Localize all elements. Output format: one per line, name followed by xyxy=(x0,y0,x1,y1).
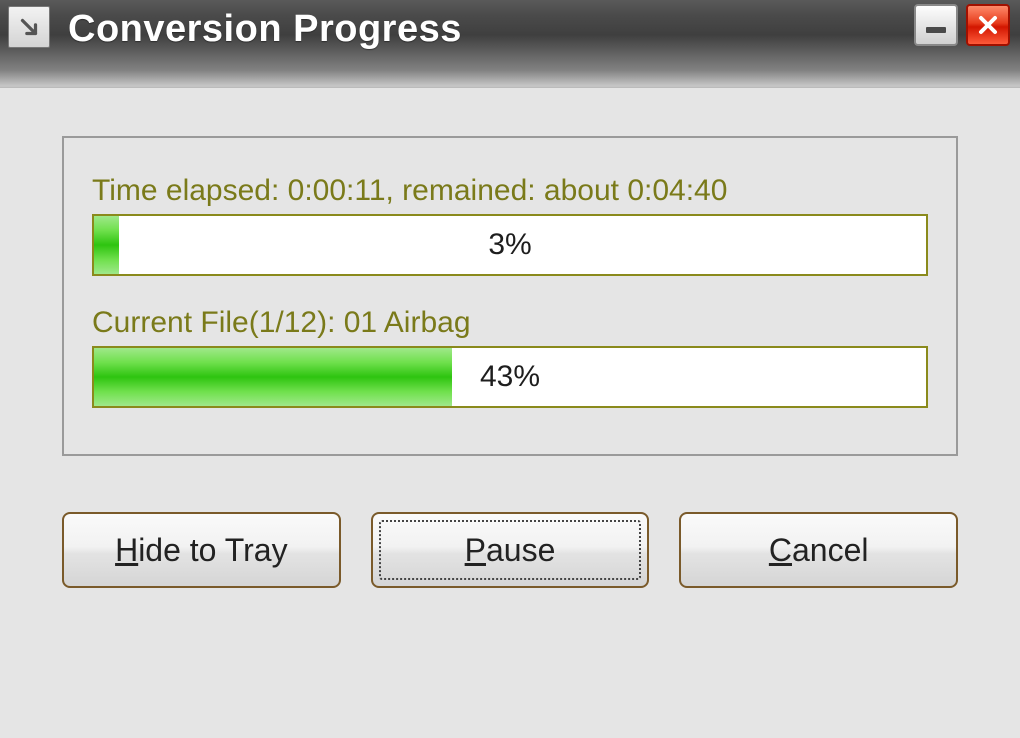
pause-button[interactable]: Pause xyxy=(371,512,650,588)
titlebar[interactable]: Conversion Progress xyxy=(0,0,1020,88)
pause-button-rest: ause xyxy=(486,532,555,568)
cancel-button[interactable]: Cancel xyxy=(679,512,958,588)
minimize-icon xyxy=(926,27,946,33)
overall-progress-bar: 3% xyxy=(92,214,928,276)
file-progress-text: 43% xyxy=(94,348,926,406)
button-row: Hide to Tray Pause Cancel xyxy=(62,512,958,588)
minimize-button[interactable] xyxy=(914,4,958,46)
conversion-progress-window: Conversion Progress Time elapsed: 0:00:1… xyxy=(0,0,1020,738)
current-file-label: Current File(1/12): 01 Airbag xyxy=(92,306,928,340)
window-controls xyxy=(914,4,1010,46)
window-title: Conversion Progress xyxy=(68,8,462,51)
arrow-down-right-icon xyxy=(16,14,42,40)
hide-button-rest: ide to Tray xyxy=(138,532,287,568)
dialog-body: Time elapsed: 0:00:11, remained: about 0… xyxy=(0,88,1020,738)
file-progress-bar: 43% xyxy=(92,346,928,408)
progress-panel: Time elapsed: 0:00:11, remained: about 0… xyxy=(62,136,958,456)
cancel-button-rest: ancel xyxy=(792,532,869,568)
time-elapsed-label: Time elapsed: 0:00:11, remained: about 0… xyxy=(92,174,928,208)
app-icon xyxy=(8,6,50,48)
close-button[interactable] xyxy=(966,4,1010,46)
overall-progress-text: 3% xyxy=(94,216,926,274)
close-icon xyxy=(976,13,1000,37)
hide-to-tray-button[interactable]: Hide to Tray xyxy=(62,512,341,588)
